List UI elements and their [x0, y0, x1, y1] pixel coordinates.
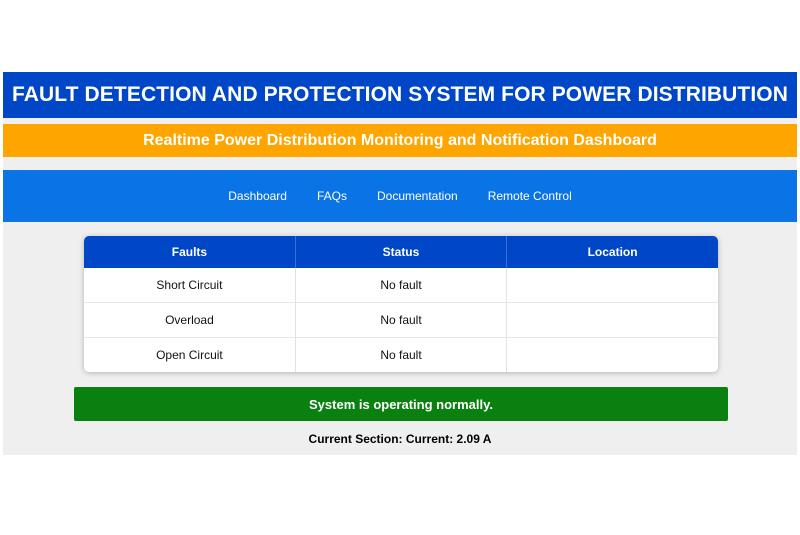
- table-row: Overload No fault: [84, 302, 718, 338]
- column-header-status: Status: [295, 236, 508, 268]
- fault-status-cell: No fault: [295, 302, 508, 338]
- fault-location-cell: [506, 302, 718, 338]
- fault-location-cell: [506, 337, 718, 372]
- system-status-text: System is operating normally.: [309, 396, 493, 412]
- nav-link-documentation[interactable]: Documentation: [362, 189, 473, 203]
- table-row: Short Circuit No fault: [84, 268, 718, 303]
- system-status-banner: System is operating normally.: [74, 387, 728, 421]
- nav-link-remote-control[interactable]: Remote Control: [473, 189, 587, 203]
- nav-link-dashboard[interactable]: Dashboard: [213, 189, 302, 203]
- table-header-row: Faults Status Location: [84, 236, 718, 268]
- nav-link-faqs[interactable]: FAQs: [302, 189, 362, 203]
- fault-table-card: Faults Status Location Short Circuit No …: [84, 236, 718, 372]
- page-subtitle-text: Realtime Power Distribution Monitoring a…: [143, 131, 657, 149]
- column-header-location: Location: [506, 236, 718, 268]
- fault-name-cell: Overload: [84, 302, 296, 338]
- dashboard-page: FAULT DETECTION AND PROTECTION SYSTEM FO…: [3, 72, 797, 455]
- table-row: Open Circuit No fault: [84, 337, 718, 372]
- fault-location-cell: [507, 268, 718, 303]
- page-title-text: FAULT DETECTION AND PROTECTION SYSTEM FO…: [12, 83, 788, 106]
- column-header-faults: Faults: [84, 236, 296, 268]
- page-subtitle: Realtime Power Distribution Monitoring a…: [3, 124, 797, 157]
- fault-name-cell: Open Circuit: [84, 337, 296, 372]
- fault-table: Faults Status Location Short Circuit No …: [84, 236, 718, 372]
- fault-name-cell: Short Circuit: [84, 268, 296, 303]
- fault-status-cell: No fault: [295, 268, 508, 303]
- nav-bar: Dashboard FAQs Documentation Remote Cont…: [3, 170, 797, 222]
- page-title: FAULT DETECTION AND PROTECTION SYSTEM FO…: [3, 72, 797, 118]
- fault-status-cell: No fault: [295, 337, 508, 372]
- current-reading: Current Section: Current: 2.09 A: [308, 432, 492, 446]
